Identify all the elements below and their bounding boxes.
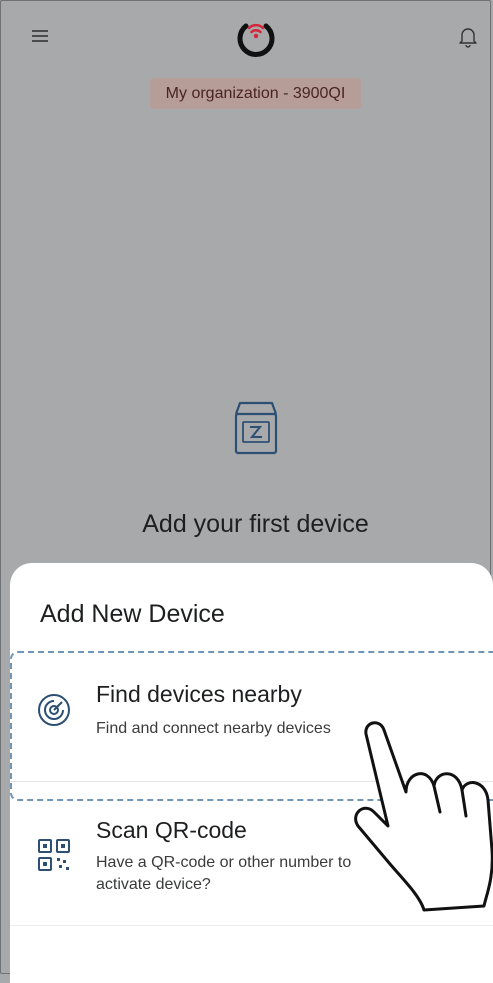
- option-title: Scan QR-code: [96, 817, 247, 843]
- find-devices-nearby-option[interactable]: Find devices nearby Find and connect nea…: [10, 651, 493, 779]
- add-device-bottom-sheet: Add New Device Find devices nearby Find …: [10, 563, 493, 983]
- qr-code-icon: [37, 838, 71, 872]
- organization-label: My organization - 3900QI: [165, 84, 346, 102]
- option-description-line2: activate device?: [96, 876, 211, 893]
- empty-state-title: Add your first device: [142, 510, 369, 538]
- device-box-icon: [232, 400, 280, 456]
- option-title: Find devices nearby: [96, 681, 302, 707]
- radar-icon: [37, 693, 71, 727]
- option-description-line1: Have a QR-code or other number to: [96, 854, 352, 871]
- wifi-power-logo-icon: [232, 12, 280, 60]
- scan-qr-code-option[interactable]: Scan QR-code Have a QR-code or other num…: [10, 803, 493, 931]
- organization-badge[interactable]: My organization - 3900QI: [150, 78, 361, 109]
- hamburger-menu-icon[interactable]: [30, 27, 50, 45]
- divider: [10, 925, 493, 926]
- option-description: Find and connect nearby devices: [96, 720, 331, 737]
- bell-icon[interactable]: [455, 24, 481, 50]
- sheet-title: Add New Device: [40, 600, 225, 628]
- divider: [10, 781, 493, 782]
